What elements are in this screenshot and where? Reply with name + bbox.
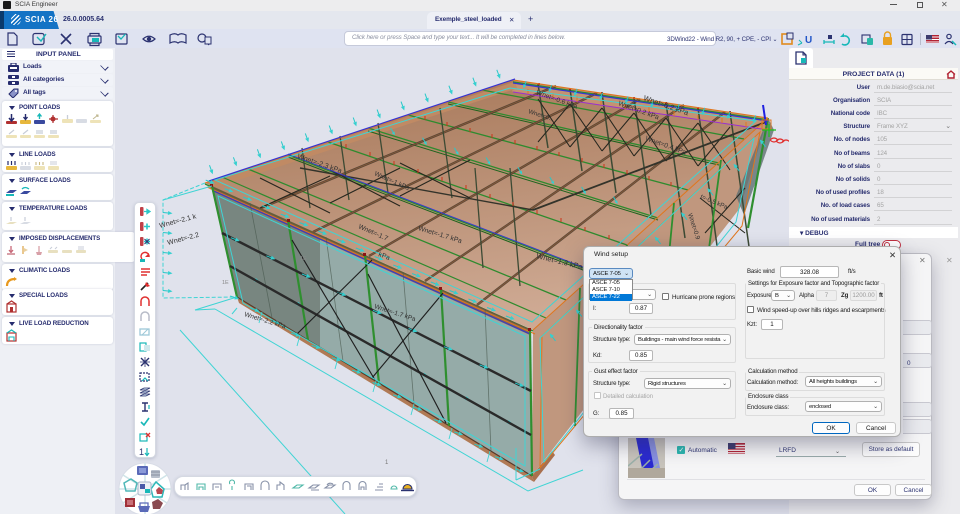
svg-text:1E: 1E [300,256,307,262]
svg-text:1E: 1E [222,280,229,286]
svg-text:1: 1 [139,447,144,457]
svg-text:U: U [805,35,812,46]
